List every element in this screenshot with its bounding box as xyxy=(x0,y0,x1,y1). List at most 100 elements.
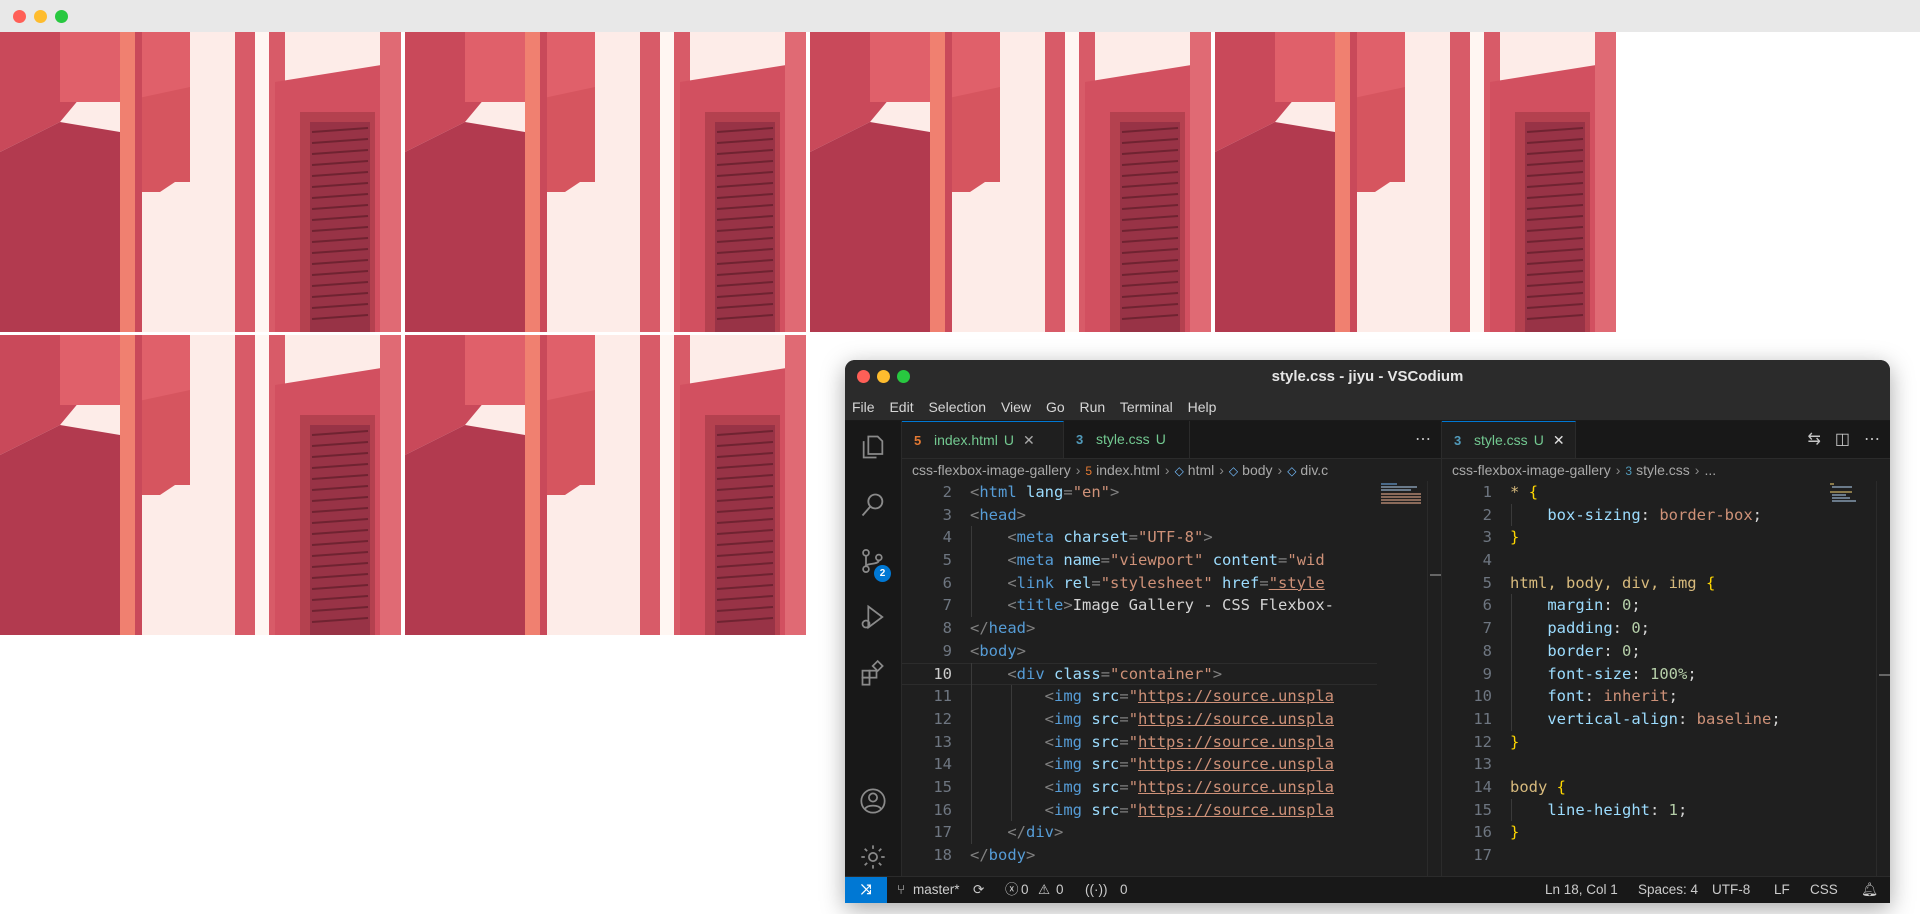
extensions-icon[interactable] xyxy=(859,659,887,687)
title-bar: style.css - jiyu - VSCodium xyxy=(845,360,1890,394)
code-line: 15 <img src="https://source.unspla xyxy=(902,775,1377,799)
code-line: 16 <img src="https://source.unspla xyxy=(902,798,1377,822)
scrollbar[interactable] xyxy=(1427,481,1441,877)
menu-go[interactable]: Go xyxy=(1046,399,1065,415)
menu-edit[interactable]: Edit xyxy=(889,399,913,415)
tab-bar: 5 index.html U ✕ 3 style.css U ⋯ xyxy=(902,421,1441,459)
code-line: 13 xyxy=(1473,755,1492,774)
editor-group-left: 5 index.html U ✕ 3 style.css U ⋯ css-flexbox-… xyxy=(902,421,1442,877)
breadcrumb-item[interactable]: index.html xyxy=(1096,462,1160,478)
more-actions-icon[interactable]: ⋯ xyxy=(1864,431,1880,448)
code-line: 9 <body> xyxy=(942,641,1027,660)
breadcrumb-item[interactable]: div.c xyxy=(1300,462,1328,478)
menu-view[interactable]: View xyxy=(1001,399,1031,415)
code-line: 8 border: 0; xyxy=(1442,639,1826,663)
remote-indicator-icon[interactable]: ⤨ xyxy=(845,877,887,903)
warning-count[interactable]: 0 xyxy=(1056,877,1064,903)
ports-count[interactable]: 0 xyxy=(1120,877,1128,903)
code-line: 11 vertical-align: baseline; xyxy=(1442,707,1826,731)
open-changes-icon[interactable]: ⇆ xyxy=(1807,431,1820,448)
account-icon[interactable] xyxy=(859,787,887,815)
code-line: 10 font: inherit; xyxy=(1442,685,1826,708)
minimize-window-button[interactable] xyxy=(877,370,890,383)
close-window-button[interactable] xyxy=(13,10,26,23)
gear-icon[interactable] xyxy=(859,843,887,871)
code-editor-html[interactable]: 2 <html lang="en"> 3 <head> 4 <meta charse… xyxy=(902,481,1377,877)
indentation[interactable]: Spaces: 4 xyxy=(1638,877,1698,903)
symbol-icon: ◇ xyxy=(1174,464,1184,478)
code-editor-css[interactable]: 1 * { 2 box-sizing: border-box; 3} 4 5 htm… xyxy=(1442,481,1826,877)
breadcrumb-item[interactable]: css-flexbox-image-gallery xyxy=(1452,462,1611,478)
close-window-button[interactable] xyxy=(857,370,870,383)
ports-icon: ((·)) xyxy=(1085,882,1108,897)
gallery-image xyxy=(0,335,401,635)
scrollbar[interactable] xyxy=(1876,481,1890,877)
minimap[interactable] xyxy=(1826,481,1876,877)
sync-icon[interactable]: ⟳ xyxy=(973,877,984,903)
close-icon[interactable]: ✕ xyxy=(1023,432,1035,448)
split-editor-icon[interactable]: ◫ xyxy=(1835,431,1850,448)
code-line: 7 padding: 0; xyxy=(1442,617,1826,640)
close-icon[interactable]: ✕ xyxy=(1553,432,1565,448)
error-count[interactable]: 0 xyxy=(1021,877,1029,903)
css-file-icon: 3 xyxy=(1454,433,1462,448)
tab-style-css-active[interactable]: 3 style.css U ✕ xyxy=(1442,421,1576,458)
code-line: 15 line-height: 1; xyxy=(1442,798,1826,822)
code-line-current: 10 <div class="container"> xyxy=(902,662,1377,686)
code-line: 2 box-sizing: border-box; xyxy=(1442,503,1826,527)
status-bar: ⤨ ⑂ master* ⟳ ⓧ 0 ⚠ 0 ((·)) 0 Ln 18, Col… xyxy=(845,876,1890,903)
source-control-badge: 2 xyxy=(874,565,891,582)
code-line: 16} xyxy=(1473,823,1520,842)
error-icon: ⓧ xyxy=(1005,882,1019,897)
minimap-preview xyxy=(1830,483,1856,502)
css-file-icon: 3 xyxy=(1076,432,1084,447)
tab-status: U xyxy=(1003,432,1014,448)
code-line: 6 <link rel="stylesheet" href="style xyxy=(902,571,1377,595)
gallery-image xyxy=(405,32,806,332)
menu-bar: File Edit Selection View Go Run Terminal… xyxy=(845,394,1890,421)
code-line: 17 xyxy=(1473,846,1492,864)
menu-file[interactable]: File xyxy=(852,399,875,415)
menu-run[interactable]: Run xyxy=(1080,399,1106,415)
breadcrumb-item[interactable]: html xyxy=(1188,462,1214,478)
html-file-icon: 5 xyxy=(914,433,922,448)
menu-selection[interactable]: Selection xyxy=(928,399,986,415)
code-line: 14 <img src="https://source.unspla xyxy=(902,753,1377,776)
breadcrumb-item[interactable]: css-flexbox-image-gallery xyxy=(912,462,1071,478)
more-actions-icon[interactable]: ⋯ xyxy=(1415,421,1431,458)
line-ending[interactable]: LF xyxy=(1774,877,1790,903)
maximize-window-button[interactable] xyxy=(55,10,68,23)
breadcrumb-item[interactable]: style.css xyxy=(1636,462,1690,478)
symbol-icon: ◇ xyxy=(1287,464,1297,478)
explorer-icon[interactable] xyxy=(859,433,887,461)
warning-icon: ⚠ xyxy=(1038,882,1051,897)
git-branch[interactable]: master* xyxy=(913,877,960,903)
menu-terminal[interactable]: Terminal xyxy=(1120,399,1173,415)
search-icon[interactable] xyxy=(859,491,887,519)
notifications-icon[interactable]: 🔔︎ xyxy=(1861,877,1878,903)
code-line: 8 </head> xyxy=(942,619,1036,638)
code-line: 17 </div> xyxy=(902,821,1377,844)
breadcrumb-item[interactable]: ... xyxy=(1704,462,1716,478)
tab-style-css[interactable]: 3 style.css U xyxy=(1064,421,1190,458)
minimize-window-button[interactable] xyxy=(34,10,47,23)
maximize-window-button[interactable] xyxy=(897,370,910,383)
code-line: 3} xyxy=(1482,528,1520,547)
encoding[interactable]: UTF-8 xyxy=(1712,877,1750,903)
gallery-image xyxy=(405,335,806,635)
run-debug-icon[interactable] xyxy=(859,603,887,631)
code-line: 1 * { xyxy=(1482,483,1539,501)
tab-index-html[interactable]: 5 index.html U ✕ xyxy=(902,421,1064,458)
symbol-icon: ◇ xyxy=(1228,464,1239,478)
gallery-image xyxy=(1215,32,1616,332)
editor-actions: ⇆ ◫ ⋯ xyxy=(1793,421,1880,458)
menu-help[interactable]: Help xyxy=(1188,399,1217,415)
html-file-icon: 5 xyxy=(1085,464,1093,478)
language-mode[interactable]: CSS xyxy=(1810,877,1838,903)
tab-bar: 3 style.css U ✕ ⇆ ◫ ⋯ xyxy=(1442,421,1890,459)
minimap[interactable] xyxy=(1377,481,1427,877)
branch-icon: ⑂ xyxy=(897,882,906,897)
code-line: 11 <img src="https://source.unspla xyxy=(902,685,1377,708)
breadcrumb-item[interactable]: body xyxy=(1242,462,1272,478)
cursor-position[interactable]: Ln 18, Col 1 xyxy=(1545,877,1618,903)
